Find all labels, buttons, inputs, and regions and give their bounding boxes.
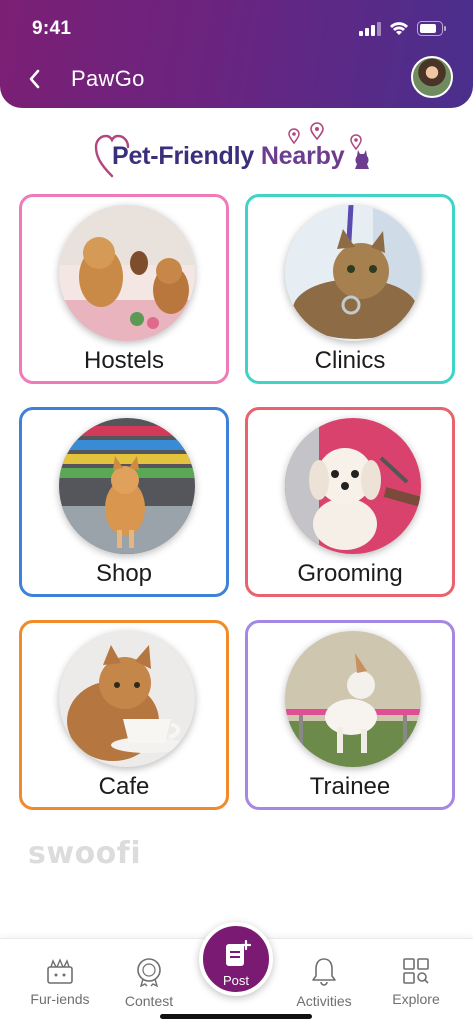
nav-contest[interactable]: Contest: [109, 957, 189, 1009]
post-label: Post: [222, 973, 249, 988]
trainee-photo: [285, 631, 421, 767]
grid-search-icon: [403, 958, 429, 984]
category-card-clinics[interactable]: Clinics: [245, 194, 455, 384]
nav-fur-iends[interactable]: Fur-iends: [20, 957, 100, 1007]
status-icons: [359, 21, 447, 36]
profile-avatar[interactable]: [411, 56, 453, 98]
nav-label: Explore: [392, 991, 440, 1007]
cat-silhouette-icon: [355, 150, 369, 169]
shop-photo: [59, 418, 195, 554]
card-label: Cafe: [98, 773, 150, 800]
wifi-icon: [390, 21, 408, 35]
status-time: 9:41: [32, 18, 72, 39]
back-button[interactable]: [28, 64, 52, 94]
clinics-photo: [285, 205, 421, 341]
app-title: PawGo: [71, 66, 145, 91]
bell-icon: [312, 958, 336, 986]
cafe-photo: [59, 631, 195, 767]
signal-icon: [359, 21, 381, 36]
nav-label: Activities: [296, 993, 352, 1009]
category-card-trainee[interactable]: Trainee: [245, 620, 455, 810]
nav-label: Fur-iends: [30, 991, 90, 1007]
card-label: Hostels: [83, 347, 165, 374]
card-label: Clinics: [314, 347, 386, 374]
post-button[interactable]: Post: [199, 922, 273, 996]
page-heading: Pet-Friendly Nearby: [0, 122, 473, 184]
nav-activities[interactable]: Activities: [284, 957, 364, 1009]
award-icon: [137, 958, 161, 987]
heading-part-2: Nearby: [260, 142, 345, 170]
category-card-cafe[interactable]: Cafe: [19, 620, 229, 810]
card-label: Trainee: [309, 773, 391, 800]
pets-icon: [47, 958, 73, 984]
category-card-grooming[interactable]: Grooming: [245, 407, 455, 597]
nav-explore[interactable]: Explore: [376, 957, 456, 1007]
heading-part-1: Pet-Friendly: [112, 142, 261, 170]
grooming-photo: [285, 418, 421, 554]
chevron-left-icon: [29, 69, 40, 89]
nav-label: Contest: [124, 993, 174, 1009]
battery-icon: [417, 21, 446, 36]
category-card-hostels[interactable]: Hostels: [19, 194, 229, 384]
card-label: Grooming: [297, 560, 403, 587]
app-header: 9:41 PawGo: [0, 0, 473, 108]
location-pin-icon: [310, 122, 324, 140]
home-indicator: [160, 1014, 312, 1019]
category-card-shop[interactable]: Shop: [19, 407, 229, 597]
heading-title: Pet-Friendly Nearby: [112, 142, 345, 171]
card-label: Shop: [95, 560, 153, 587]
swoofi-watermark: swoofi: [28, 836, 142, 871]
post-add-icon: [226, 940, 251, 966]
hostels-photo: [59, 205, 195, 341]
